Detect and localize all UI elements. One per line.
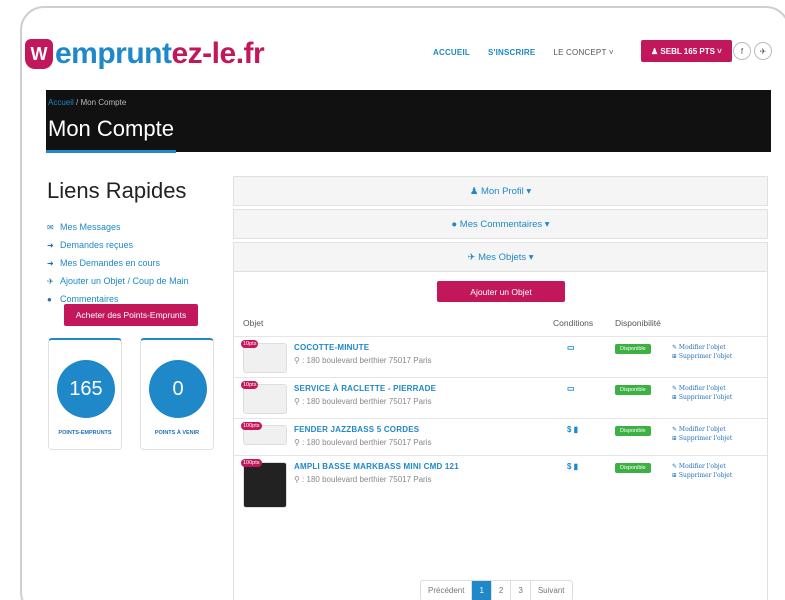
credit-card-icon: ▭ (567, 342, 575, 352)
item-title-link[interactable]: AMPLI BASSE MARKBASS MINI CMD 121 (294, 462, 543, 471)
points-badge: 10pts (241, 380, 259, 389)
column-header-actions (672, 310, 767, 336)
points-badge: 10pts (241, 339, 259, 348)
points-a-venir-label: POINTS À VENIR (154, 430, 200, 436)
points-emprunts-label: POINTS-EMPRUNTS (58, 430, 112, 436)
table-row: 10pts COCOTTE-MINUTE ⚲ : 180 boulevard be… (234, 335, 767, 377)
table-row: 100pts FENDER JAZZBASS 5 CORDES ⚲ : 180 b… (234, 417, 767, 455)
points-badge: 100pts (241, 421, 262, 430)
column-header-disponibilite: Disponibilité (615, 317, 661, 328)
item-address: ⚲ : 180 boulevard berthier 75017 Paris (294, 396, 432, 406)
pager-page-1[interactable]: 1 (471, 581, 491, 600)
item-thumbnail[interactable]: 100pts (241, 421, 287, 455)
credit-card-icon: ▭ (567, 383, 575, 393)
points-emprunts-card: 165 POINTS-EMPRUNTS (48, 338, 122, 450)
quick-link-messages[interactable]: ✉ Mes Messages (47, 218, 189, 236)
envelope-icon: ✉ (47, 222, 54, 232)
edit-object-link[interactable]: ✎ Modifier l'objet (672, 384, 767, 393)
status-badge: Disponible (615, 462, 651, 473)
item-thumbnail[interactable]: 10pts (241, 339, 287, 373)
pager-page-3[interactable]: 3 (510, 581, 529, 600)
objects-table: Objet Conditions Disponibilité 10pts COC… (234, 310, 767, 510)
logo-text: empruntez-le.fr (55, 37, 265, 71)
title-underline (46, 150, 176, 153)
delete-object-link[interactable]: ⊞ Supprimer l'objet (672, 393, 767, 402)
item-address: ⚲ : 180 boulevard berthier 75017 Paris (294, 437, 432, 447)
mes-objets-panel: Ajouter un Objet Objet Conditions Dispon… (233, 272, 768, 600)
comments-icon: ● (47, 294, 52, 304)
status-badge: Disponible (615, 425, 651, 436)
table-header-row: Objet Conditions Disponibilité (234, 310, 767, 336)
bass-amp-image (243, 461, 287, 508)
rocket-icon: ✈ (47, 276, 54, 286)
hand-logo-icon: W (25, 39, 53, 69)
item-thumbnail[interactable]: 10pts (241, 380, 287, 414)
quick-link-label: Mes Messages (60, 222, 121, 232)
nav-concept-dropdown[interactable]: LE CONCEPT ˅ (553, 48, 613, 57)
nav-sinscrire[interactable]: S'INSCRIRE (488, 48, 535, 57)
column-header-objet: Objet (243, 317, 264, 328)
quick-link-label: Ajouter un Objet / Coup de Main (60, 276, 189, 286)
column-header-conditions: Conditions (553, 317, 594, 328)
buy-points-button[interactable]: Acheter des Points-Emprunts (64, 304, 198, 326)
edit-object-link[interactable]: ✎ Modifier l'objet (672, 343, 767, 352)
page-title: Mon Compte (48, 116, 174, 141)
logo-text-part1: emprunt (55, 37, 172, 70)
page-header: Accueil / Mon Compte Mon Compte (46, 90, 771, 152)
delete-object-link[interactable]: ⊞ Supprimer l'objet (672, 352, 767, 361)
facebook-icon[interactable]: f (733, 42, 751, 60)
breadcrumb-current: Mon Compte (80, 98, 127, 107)
points-a-venir-value: 0 (149, 360, 207, 418)
breadcrumb: Accueil / Mon Compte (48, 98, 126, 107)
user-account-dropdown[interactable]: ♟ SEBL 165 PTS ˅ (641, 40, 732, 62)
points-a-venir-card: 0 POINTS À VENIR (140, 338, 214, 450)
item-title-link[interactable]: FENDER JAZZBASS 5 CORDES (294, 425, 543, 434)
accordion-mon-profil[interactable]: ♟ Mon Profil ▾ (233, 176, 768, 206)
item-title-link[interactable]: SERVICE À RACLETTE - PIERRADE (294, 384, 543, 393)
table-row: 10pts SERVICE À RACLETTE - PIERRADE ⚲ : 1… (234, 376, 767, 418)
accordion-mes-objets[interactable]: ✈ Mes Objets ▾ (233, 242, 768, 272)
nav-accueil[interactable]: ACCUEIL (433, 48, 470, 57)
item-title-link[interactable]: COCOTTE-MINUTE (294, 343, 543, 352)
add-object-button[interactable]: Ajouter un Objet (437, 281, 565, 302)
edit-object-link[interactable]: ✎ Modifier l'objet (672, 462, 767, 471)
quick-link-ajouter-objet[interactable]: ✈ Ajouter un Objet / Coup de Main (47, 272, 189, 290)
account-accordion: ♟ Mon Profil ▾ ● Mes Commentaires ▾ ✈ Me… (233, 176, 768, 600)
price-and-file-icon: $ ▮ (567, 461, 579, 471)
price-and-file-icon: $ ▮ (567, 424, 579, 434)
twitter-icon[interactable]: ✈ (754, 42, 772, 60)
pager-previous[interactable]: Précédent (421, 581, 471, 600)
quick-link-label: Mes Demandes en cours (60, 258, 161, 268)
top-navbar: W empruntez-le.fr ACCUEIL S'INSCRIRE LE … (25, 30, 772, 86)
pager-next[interactable]: Suivant (529, 581, 572, 600)
points-emprunts-value: 165 (57, 360, 115, 418)
status-badge: Disponible (615, 384, 651, 395)
points-badge: 100pts (241, 458, 262, 467)
logo-text-part2: ez-le.fr (171, 37, 265, 70)
accordion-mes-commentaires[interactable]: ● Mes Commentaires ▾ (233, 209, 768, 239)
quick-link-demandes-recues[interactable]: ➜ Demandes reçues (47, 236, 189, 254)
delete-object-link[interactable]: ⊞ Supprimer l'objet (672, 434, 767, 443)
sign-out-icon: ➜ (47, 258, 54, 268)
quick-links-list: ✉ Mes Messages ➜ Demandes reçues ➜ Mes Dema… (47, 218, 189, 308)
item-address: ⚲ : 180 boulevard berthier 75017 Paris (294, 355, 432, 365)
quick-link-label: Commentaires (60, 294, 119, 304)
status-badge: Disponible (615, 343, 651, 354)
item-address: ⚲ : 180 boulevard berthier 75017 Paris (294, 474, 432, 484)
quick-links-title: Liens Rapides (47, 178, 187, 203)
quick-link-label: Demandes reçues (60, 240, 134, 250)
item-thumbnail[interactable]: 100pts (241, 458, 287, 508)
edit-object-link[interactable]: ✎ Modifier l'objet (672, 425, 767, 434)
sign-in-icon: ➜ (47, 240, 54, 250)
breadcrumb-home[interactable]: Accueil (48, 98, 74, 107)
pagination: Précédent 1 2 3 Suivant (420, 580, 573, 600)
table-row: 100pts AMPLI BASSE MARKBASS MINI CMD 121… (234, 454, 767, 510)
quick-link-mes-demandes[interactable]: ➜ Mes Demandes en cours (47, 254, 189, 272)
delete-object-link[interactable]: ⊞ Supprimer l'objet (672, 471, 767, 480)
pager-page-2[interactable]: 2 (490, 581, 510, 600)
main-nav: ACCUEIL S'INSCRIRE LE CONCEPT ˅ (433, 48, 632, 57)
site-logo[interactable]: W empruntez-le.fr (25, 34, 265, 74)
